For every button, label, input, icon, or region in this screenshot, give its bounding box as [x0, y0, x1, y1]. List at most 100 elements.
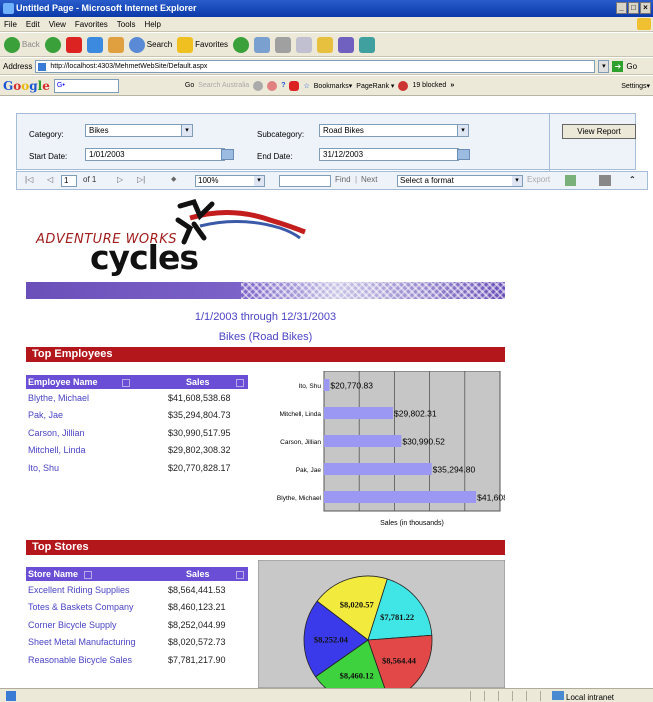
menu-view[interactable]: View [49, 20, 66, 29]
blogger-icon[interactable] [289, 80, 300, 91]
go-arrow-icon[interactable]: ➔ [612, 60, 624, 72]
sort-icon[interactable] [236, 571, 244, 579]
store-name[interactable]: Excellent Riding Supplies [26, 585, 168, 595]
google-logo[interactable]: Google [3, 79, 50, 93]
calendar-icon[interactable] [457, 149, 470, 160]
format-select[interactable]: Select a format ▾ [397, 175, 523, 187]
view-report-button[interactable]: View Report [562, 124, 636, 139]
settings-button[interactable]: Settings▾ [621, 82, 650, 90]
maximize-button[interactable]: □ [628, 2, 639, 14]
google-search-input[interactable]: G• [53, 78, 119, 93]
zoom-select[interactable]: 100% ▾ [195, 175, 265, 187]
go-label[interactable]: Go [626, 62, 637, 71]
print-button[interactable] [275, 36, 292, 53]
calendar-icon[interactable] [221, 149, 234, 160]
popup-icon[interactable] [267, 80, 278, 91]
folder-button[interactable] [317, 36, 334, 53]
start-date-input[interactable]: 1/01/2003 [85, 148, 225, 161]
back-button[interactable]: Back [4, 36, 40, 53]
collapse-icon[interactable]: ⌃ [629, 175, 636, 184]
forward-button[interactable] [44, 36, 61, 53]
category-select[interactable]: Bikes ▾ [85, 124, 193, 137]
store-name[interactable]: Totes & Baskets Company [26, 602, 168, 612]
menu-tools[interactable]: Tools [117, 20, 136, 29]
blocked-count[interactable]: 19 blocked [412, 82, 446, 89]
page-number-input[interactable]: 1 [61, 175, 77, 187]
edit-button[interactable] [296, 36, 313, 53]
employee-sales: $29,802,308.32 [168, 445, 231, 456]
menu-file[interactable]: File [4, 20, 17, 29]
stop-button[interactable] [65, 36, 82, 53]
find-input[interactable] [279, 175, 331, 187]
minimize-button[interactable]: _ [616, 2, 627, 14]
home-button[interactable] [107, 36, 124, 53]
close-button[interactable]: × [640, 2, 651, 14]
sort-icon[interactable] [122, 379, 130, 387]
employee-name[interactable]: Ito, Shu [26, 463, 168, 473]
store-sales: $8,020,572.73 [168, 637, 226, 648]
store-name[interactable]: Sheet Metal Manufacturing [26, 637, 168, 647]
sort-icon[interactable] [236, 379, 244, 387]
col-employee-name[interactable]: Employee Name [28, 377, 98, 387]
news-icon[interactable] [253, 80, 264, 91]
back-to-parent-button[interactable]: ◆ [171, 175, 176, 183]
store-name[interactable]: Reasonable Bicycle Sales [26, 655, 168, 665]
address-dropdown-button[interactable]: ▾ [598, 59, 610, 73]
y-tick-label: Pak, Jae [296, 467, 322, 474]
search-australia-button[interactable]: Search Australia [198, 82, 249, 89]
slice-label: $8,564.44 [382, 655, 417, 665]
page-count: of 1 [83, 175, 97, 184]
employee-sales: $41,608,538.68 [168, 392, 231, 403]
subcategory-select[interactable]: Road Bikes ▾ [319, 124, 469, 137]
header-band [26, 282, 505, 299]
store-name[interactable]: Corner Bicycle Supply [26, 620, 168, 630]
favorites-button[interactable]: Favorites [177, 36, 228, 53]
stores-pie-chart: $8,020.57 $7,781.22 $8,564.44 $8,460.12 $8,2… [258, 560, 505, 688]
last-page-button[interactable]: ▷| [137, 175, 145, 184]
history-button[interactable] [233, 36, 250, 53]
store-sales: $7,781,217.90 [168, 654, 226, 665]
menu-edit[interactable]: Edit [26, 20, 40, 29]
data-label: $41,608.54 [477, 493, 505, 503]
employee-sales: $30,990,517.95 [168, 427, 231, 438]
google-go-button[interactable]: Go [185, 82, 194, 89]
find-button[interactable]: Find [335, 175, 351, 184]
print-icon[interactable] [599, 175, 611, 186]
refresh-button[interactable] [86, 36, 103, 53]
refresh-report-icon[interactable] [565, 175, 576, 186]
col-sales[interactable]: Sales [186, 569, 210, 579]
end-date-input[interactable]: 31/12/2003 [319, 148, 459, 161]
employee-name[interactable]: Mitchell, Linda [26, 445, 168, 455]
table-row: Pak, Jae $35,294,804.73 [26, 407, 248, 425]
help-icon[interactable]: ? [281, 82, 285, 89]
find-next-button[interactable]: Next [361, 175, 377, 184]
col-sales[interactable]: Sales [186, 377, 210, 387]
menu-favorites[interactable]: Favorites [75, 20, 108, 29]
messenger-button[interactable] [338, 36, 355, 53]
first-page-button[interactable]: |◁ [25, 175, 33, 184]
zone-indicator: Local intranet [552, 691, 614, 702]
bar [324, 407, 394, 419]
export-button[interactable]: Export [527, 175, 550, 184]
prev-page-button[interactable]: ◁ [47, 175, 53, 184]
more-chevron-icon[interactable]: » [450, 82, 454, 89]
employee-name[interactable]: Blythe, Michael [26, 393, 168, 403]
chevron-down-icon[interactable]: ▾ [457, 125, 468, 136]
research-button[interactable] [359, 36, 376, 53]
employee-name[interactable]: Carson, Jillian [26, 428, 168, 438]
mail-button[interactable] [254, 36, 271, 53]
employees-table: Employee Name Sales Blythe, Michael $41,6… [26, 375, 248, 477]
menu-help[interactable]: Help [144, 20, 160, 29]
col-store-name[interactable]: Store Name [28, 569, 78, 579]
address-input[interactable]: http://localhost:4303/MehmetWebSite/Defa… [35, 59, 596, 73]
bookmarks-button[interactable]: Bookmarks▾ [314, 82, 353, 90]
star-bookmark-icon: ☆ [303, 82, 310, 90]
sort-icon[interactable] [84, 571, 92, 579]
employee-name[interactable]: Pak, Jae [26, 410, 168, 420]
search-button[interactable]: Search [128, 36, 172, 53]
chevron-down-icon[interactable]: ▾ [181, 125, 192, 136]
top-stores-header: Top Stores [26, 540, 505, 555]
pagerank-button[interactable]: PageRank ▾ [356, 82, 394, 90]
star-icon [177, 36, 194, 53]
next-page-button[interactable]: ▷ [117, 175, 123, 184]
